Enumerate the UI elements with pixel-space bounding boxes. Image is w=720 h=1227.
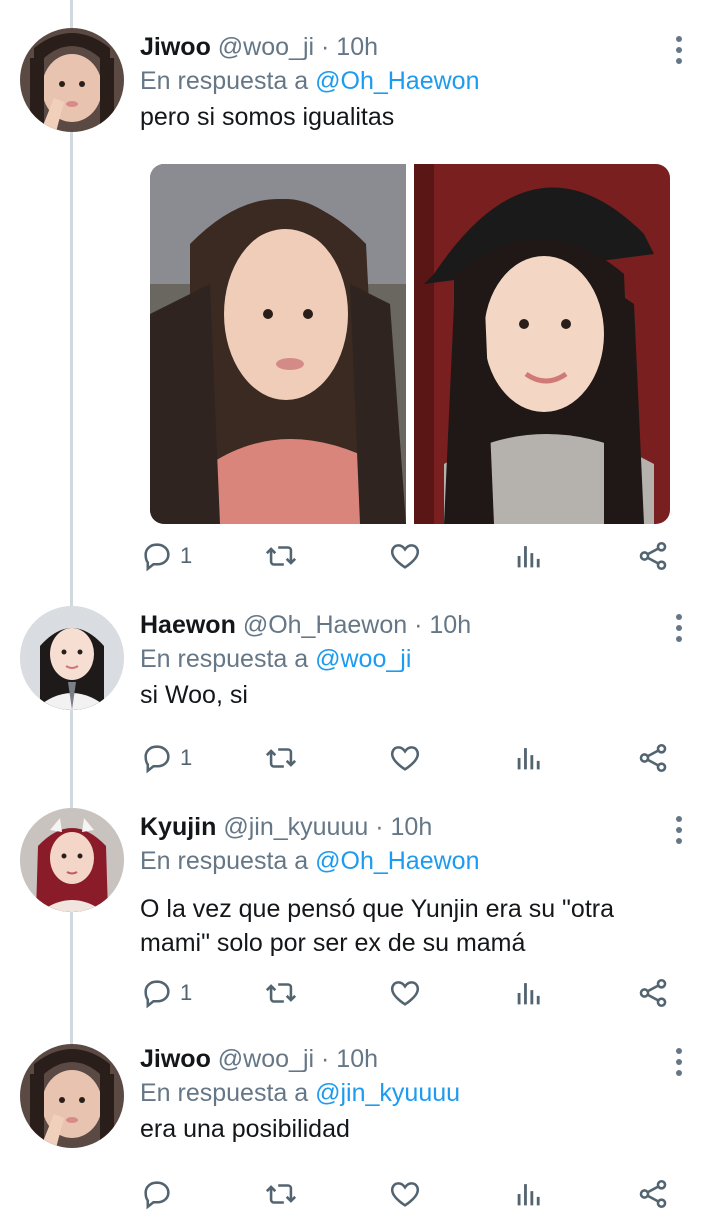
views-icon: [517, 546, 540, 568]
reply-count: 1: [180, 745, 193, 770]
views-button[interactable]: [512, 538, 546, 574]
retweet-button[interactable]: [264, 538, 298, 574]
more-vertical-icon[interactable]: [674, 816, 684, 844]
share-icon: [639, 1179, 667, 1209]
share-button[interactable]: [636, 538, 670, 574]
tweet-2[interactable]: Haewon @Oh_Haewon · 10h En respuesta a @…: [0, 590, 720, 800]
media-divider: [406, 164, 414, 524]
timestamp[interactable]: · 10h: [375, 813, 432, 841]
retweet-button[interactable]: [264, 1176, 298, 1212]
like-button[interactable]: [388, 740, 422, 776]
heart-icon: [390, 746, 420, 771]
display-name[interactable]: Jiwoo: [140, 1045, 211, 1073]
reply-mention[interactable]: @woo_ji: [315, 645, 411, 673]
handle[interactable]: @woo_ji: [218, 1045, 314, 1073]
heart-icon: [390, 544, 420, 569]
heart-icon: [390, 981, 420, 1006]
retweet-icon: [265, 546, 297, 566]
retweet-icon: [265, 748, 297, 768]
reply-prefix: En respuesta a: [140, 1079, 309, 1107]
views-button[interactable]: [512, 975, 546, 1011]
share-icon: [639, 541, 667, 571]
tweet-actions: [140, 1176, 680, 1212]
tweet-text: era una posibilidad: [140, 1115, 350, 1143]
reply-icon: [144, 543, 170, 572]
reply-prefix: En respuesta a: [140, 847, 309, 875]
tweet-actions: 1: [140, 538, 680, 574]
timestamp[interactable]: · 10h: [321, 33, 378, 61]
reply-prefix: En respuesta a: [140, 645, 309, 673]
reply-button[interactable]: [140, 1176, 180, 1212]
avatar-image: [20, 606, 124, 710]
reply-icon: [144, 1181, 170, 1210]
reply-button[interactable]: 1: [140, 538, 192, 574]
timestamp[interactable]: · 10h: [414, 611, 471, 639]
reply-button[interactable]: 1: [140, 740, 192, 776]
retweet-button[interactable]: [264, 740, 298, 776]
tweet-text: si Woo, si: [140, 681, 248, 709]
display-name[interactable]: Kyujin: [140, 813, 216, 841]
reply-mention[interactable]: @jin_kyuuuu: [315, 1079, 460, 1107]
like-button[interactable]: [388, 538, 422, 574]
media-grid[interactable]: [150, 164, 670, 524]
reply-context: En respuesta a @jin_kyuuuu: [140, 1076, 680, 1110]
avatar[interactable]: [20, 1044, 124, 1148]
photo-1[interactable]: [150, 164, 406, 524]
reply-icon: [144, 745, 170, 774]
avatar[interactable]: [20, 606, 124, 710]
reply-mention[interactable]: @Oh_Haewon: [315, 847, 479, 875]
photo-2[interactable]: [414, 164, 670, 524]
more-vertical-icon[interactable]: [674, 1048, 684, 1076]
display-name[interactable]: Haewon: [140, 611, 236, 639]
reply-icon: [144, 980, 170, 1009]
share-icon: [639, 743, 667, 773]
handle[interactable]: @Oh_Haewon: [243, 611, 407, 639]
reply-context: En respuesta a @Oh_Haewon: [140, 64, 680, 98]
tweet-header: Jiwoo @woo_ji · 10h: [140, 1042, 680, 1076]
tweet-header: Kyujin @jin_kyuuuu · 10h: [140, 810, 680, 844]
retweet-icon: [265, 1184, 297, 1204]
reply-count: 1: [180, 980, 193, 1005]
tweet-actions: 1: [140, 975, 680, 1011]
timestamp[interactable]: · 10h: [321, 1045, 378, 1073]
tweet-header: Haewon @Oh_Haewon · 10h: [140, 608, 680, 642]
share-button[interactable]: [636, 740, 670, 776]
share-icon: [639, 978, 667, 1008]
more-vertical-icon[interactable]: [674, 614, 684, 642]
tweet-text: O la vez que pensó que Yunjin era su "ot…: [140, 895, 615, 957]
retweet-button[interactable]: [264, 975, 298, 1011]
share-button[interactable]: [636, 1176, 670, 1212]
tweet-4[interactable]: Jiwoo @woo_ji · 10h En respuesta a @jin_…: [0, 1032, 720, 1227]
reply-context: En respuesta a @Oh_Haewon: [140, 844, 680, 878]
views-icon: [517, 983, 540, 1005]
views-button[interactable]: [512, 740, 546, 776]
heart-icon: [390, 1182, 420, 1207]
views-icon: [517, 748, 540, 770]
avatar-image: [20, 28, 124, 132]
handle[interactable]: @woo_ji: [218, 33, 314, 61]
tweet-actions: 1: [140, 740, 680, 776]
avatar[interactable]: [20, 28, 124, 132]
like-button[interactable]: [388, 975, 422, 1011]
reply-context: En respuesta a @woo_ji: [140, 642, 680, 676]
views-button[interactable]: [512, 1176, 546, 1212]
tweet-text: pero si somos igualitas: [140, 103, 395, 131]
tweet-3[interactable]: Kyujin @jin_kyuuuu · 10h En respuesta a …: [0, 800, 720, 1032]
retweet-icon: [265, 983, 297, 1003]
display-name[interactable]: Jiwoo: [140, 33, 211, 61]
share-button[interactable]: [636, 975, 670, 1011]
more-vertical-icon[interactable]: [674, 36, 684, 64]
reply-prefix: En respuesta a: [140, 67, 309, 95]
avatar-image: [20, 1044, 124, 1148]
avatar[interactable]: [20, 808, 124, 912]
handle[interactable]: @jin_kyuuuu: [223, 813, 368, 841]
tweet-1[interactable]: Jiwoo @woo_ji · 10h En respuesta a @Oh_H…: [0, 0, 720, 590]
reply-button[interactable]: 1: [140, 975, 192, 1011]
tweet-header: Jiwoo @woo_ji · 10h: [140, 30, 680, 64]
views-icon: [517, 1184, 540, 1206]
like-button[interactable]: [388, 1176, 422, 1212]
reply-mention[interactable]: @Oh_Haewon: [315, 67, 479, 95]
avatar-image: [20, 808, 124, 912]
reply-count: 1: [180, 543, 193, 568]
